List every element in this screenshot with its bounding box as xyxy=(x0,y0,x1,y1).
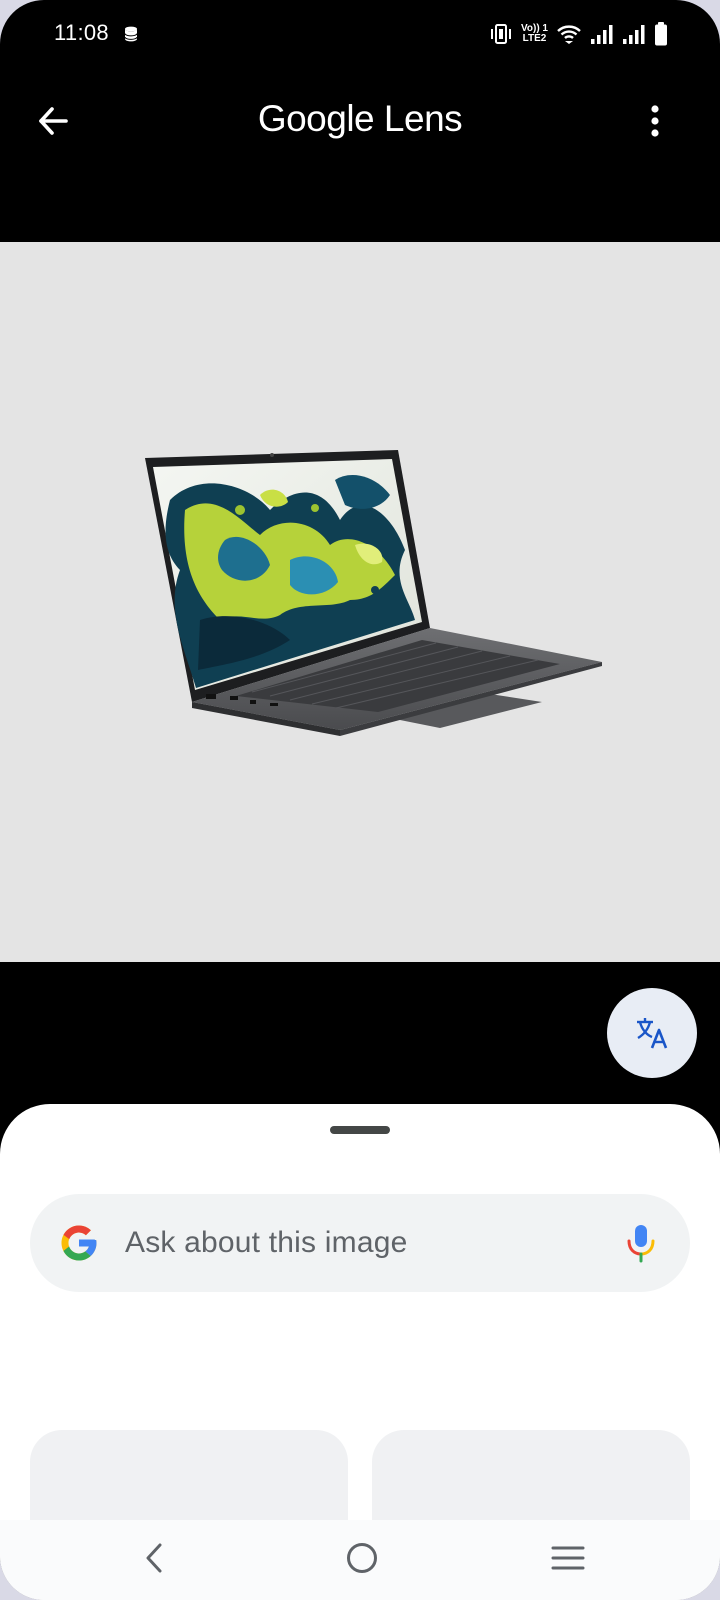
battery-icon xyxy=(655,22,667,46)
drag-handle[interactable] xyxy=(330,1126,390,1134)
status-time: 11:08 xyxy=(54,20,109,45)
nav-home-button[interactable] xyxy=(340,1536,384,1580)
vibrate-icon xyxy=(490,24,511,44)
translate-icon xyxy=(637,1018,668,1049)
page-title: Google Lens xyxy=(257,98,463,139)
volte-icon: Vo)) 1 LTE2 xyxy=(520,23,548,44)
system-nav-bar xyxy=(0,1520,720,1600)
signal-icon xyxy=(591,25,613,44)
nav-back-icon xyxy=(146,1543,162,1573)
signal-icon-2 xyxy=(623,25,645,44)
mic-button[interactable] xyxy=(618,1220,664,1266)
recents-icon xyxy=(551,1546,585,1570)
search-bar[interactable]: Ask about this image xyxy=(30,1194,690,1292)
search-input[interactable]: Ask about this image xyxy=(125,1226,407,1260)
home-icon xyxy=(347,1543,377,1573)
wifi-icon xyxy=(557,25,581,44)
translate-button[interactable] xyxy=(607,988,697,1078)
phone-screen: 11:08 Vo)) 1 LTE2 Google Lens Ask about … xyxy=(0,0,720,1600)
nav-back-button[interactable] xyxy=(134,1536,174,1580)
nav-recents-button[interactable] xyxy=(546,1536,590,1580)
database-icon xyxy=(124,26,138,42)
google-g-icon xyxy=(61,1225,97,1261)
laptop-image xyxy=(145,450,602,736)
status-icons: Vo)) 1 LTE2 xyxy=(489,20,668,48)
mic-icon xyxy=(627,1225,655,1263)
app-bar: Google Lens xyxy=(0,78,720,164)
status-bar: 11:08 Vo)) 1 LTE2 xyxy=(0,0,720,66)
more-vert-icon xyxy=(651,105,659,137)
more-options-button[interactable] xyxy=(632,98,678,144)
